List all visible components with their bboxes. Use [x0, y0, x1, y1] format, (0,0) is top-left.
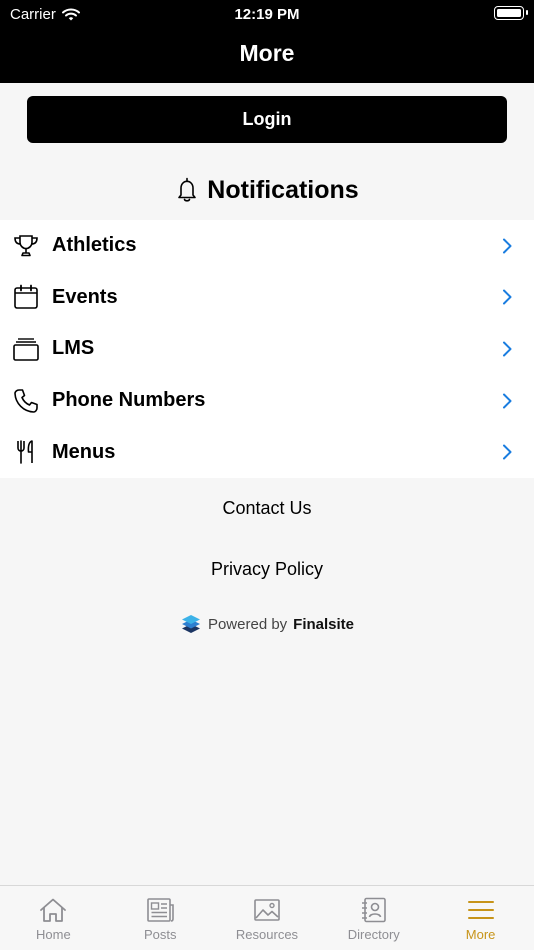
- list-item-events[interactable]: Events: [0, 272, 534, 324]
- newspaper-icon: [147, 898, 174, 922]
- tab-resources[interactable]: Resources: [214, 886, 321, 950]
- menu-icon: [467, 901, 494, 919]
- chevron-right-icon: [503, 393, 512, 409]
- list-item-label: LMS: [52, 337, 95, 360]
- tab-posts[interactable]: Posts: [107, 886, 214, 950]
- list-item-label: Phone Numbers: [52, 389, 206, 412]
- bell-icon: [178, 177, 197, 202]
- tab-label: More: [465, 927, 496, 942]
- home-icon: [40, 898, 67, 922]
- list-item-menus[interactable]: Menus: [0, 426, 534, 478]
- list-item-label: Events: [52, 285, 118, 308]
- calendar-icon: [12, 283, 40, 311]
- powered-by-prefix: Powered by: [207, 615, 288, 633]
- page-title: More: [239, 40, 295, 66]
- chevron-right-icon: [503, 444, 512, 460]
- list-item-lms[interactable]: LMS: [0, 323, 534, 375]
- list-item-athletics[interactable]: Athletics: [0, 220, 534, 272]
- phone-icon: [12, 387, 40, 415]
- utensils-icon: [12, 438, 40, 466]
- image-icon: [254, 899, 280, 921]
- stack-icon: [12, 335, 40, 363]
- finalsite-logo-icon: [181, 615, 200, 633]
- notifications-label: Notifications: [207, 175, 359, 204]
- chevron-right-icon: [503, 238, 512, 254]
- chevron-right-icon: [503, 289, 512, 305]
- finalsite-brand: Finalsite: [293, 615, 355, 633]
- tab-label: Home: [36, 927, 71, 942]
- contact-us-link[interactable]: Contact Us: [0, 498, 534, 519]
- list-item-label: Athletics: [52, 234, 137, 257]
- chevron-right-icon: [503, 341, 512, 357]
- login-button[interactable]: Login: [27, 96, 507, 143]
- contacts-icon: [361, 897, 386, 923]
- trophy-icon: [12, 232, 40, 260]
- tab-home[interactable]: Home: [0, 886, 107, 950]
- login-button-label: Login: [242, 109, 292, 129]
- privacy-policy-link[interactable]: Privacy Policy: [0, 559, 534, 580]
- tab-more[interactable]: More: [427, 886, 534, 950]
- tab-label: Posts: [143, 927, 177, 942]
- status-time: 12:19 PM: [234, 6, 300, 23]
- list-item-label: Menus: [52, 440, 116, 463]
- tab-label: Resources: [235, 927, 299, 942]
- header: Carrier 12:19 PM More: [0, 0, 534, 83]
- tab-label: Directory: [347, 927, 400, 942]
- tab-directory[interactable]: Directory: [320, 886, 427, 950]
- list-item-phone-numbers[interactable]: Phone Numbers: [0, 375, 534, 427]
- notifications-header[interactable]: Notifications: [0, 170, 534, 210]
- status-bar: Carrier 12:19 PM: [0, 0, 534, 28]
- menu-list: Athletics Events LMS Phone Numbers Menus: [0, 220, 534, 478]
- battery-icon: [494, 6, 528, 20]
- powered-by-finalsite[interactable]: Powered by Finalsite: [0, 612, 534, 636]
- tab-bar: Home Posts Resources Directory More: [0, 885, 534, 950]
